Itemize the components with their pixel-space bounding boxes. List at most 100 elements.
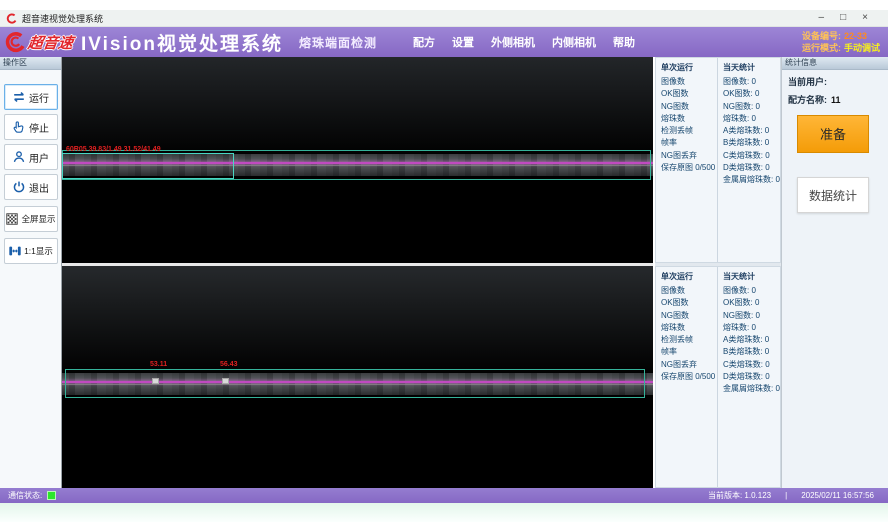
maximize-icon[interactable]: □ <box>840 13 846 23</box>
menu-item[interactable]: 内侧相机 <box>552 34 596 50</box>
user-button-label: 用户 <box>29 150 49 165</box>
app-logo-icon <box>6 13 17 24</box>
fullscreen-button[interactable]: 全屏显示 <box>4 206 58 232</box>
exit-button[interactable]: 退出 <box>4 174 58 200</box>
stat-row: B类熔珠数: 0 <box>723 346 780 358</box>
menu-item[interactable]: 设置 <box>452 34 474 50</box>
stat-row: 熔珠数: 0 <box>723 322 780 334</box>
stat-row: OK图数: 0 <box>723 297 780 309</box>
stat-row: C类熔珠数: 0 <box>723 359 780 371</box>
bead-mark <box>222 378 229 384</box>
camera-view-outer: 60R05 39.83/1.49 31.52/41.49 <box>62 57 653 263</box>
minimize-icon[interactable]: – <box>819 13 825 23</box>
status-separator: | <box>785 491 787 500</box>
single-run-rows: 图像数OK图数NG图数熔珠数检测丢帧帧率NG图丢弃保存原图 0/500 <box>661 76 717 174</box>
stop-button-label: 停止 <box>29 120 49 135</box>
exit-button-label: 退出 <box>29 180 49 195</box>
info-panel-title: 统计信息 <box>782 57 888 70</box>
run-button[interactable]: 运行 <box>4 84 58 110</box>
window-title: 超音速视觉处理系统 <box>22 12 103 25</box>
desktop-strip <box>0 503 888 522</box>
app-header: 超音速 IVision视觉处理系统 熔珠端面检测 配方设置外侧相机内侧相机帮助 … <box>0 27 888 57</box>
today-stats-rows: 图像数: 0OK图数: 0NG图数: 0熔珠数: 0A类熔珠数: 0B类熔珠数:… <box>723 76 780 187</box>
stat-row: NG图数 <box>661 310 717 322</box>
stat-row: 金属屑熔珠数: 0 <box>723 383 780 395</box>
stop-button[interactable]: 停止 <box>4 114 58 140</box>
single-run-title: 单次运行 <box>661 271 717 282</box>
power-icon <box>12 180 26 194</box>
one-to-one-button-label: 1:1显示 <box>24 245 53 257</box>
stat-row: D类熔珠数: 0 <box>723 371 780 383</box>
stop-hand-icon <box>12 120 26 134</box>
run-mode-value: 手动调试 <box>844 43 880 53</box>
user-icon <box>12 150 26 164</box>
current-user-label: 当前用户: <box>788 77 827 87</box>
recipe-name-value: 11 <box>831 95 841 105</box>
one-to-one-button[interactable]: 1:1显示 <box>4 238 58 264</box>
bead-label: 53.11 <box>150 361 167 368</box>
menu-item[interactable]: 外侧相机 <box>491 34 535 50</box>
measurement-annotation: 60R05 39.83/1.49 31.52/41.49 <box>66 146 161 153</box>
bead-label: 56.43 <box>220 361 238 368</box>
stats-panel-outer: 单次运行 图像数OK图数NG图数熔珠数检测丢帧帧率NG图丢弃保存原图 0/500… <box>655 57 781 263</box>
menu-item[interactable]: 配方 <box>413 34 435 50</box>
camera-gradient <box>62 266 653 376</box>
stat-row: C类熔珠数: 0 <box>723 150 780 162</box>
stat-row: 金属屑熔珠数: 0 <box>723 174 780 186</box>
brand-logo-text: 超音速 <box>27 32 75 53</box>
window-titlebar[interactable]: 超音速视觉处理系统 – □ × <box>0 10 888 27</box>
sidebar-title: 操作区 <box>0 57 61 70</box>
today-stats-title: 当天统计 <box>723 271 780 282</box>
stat-row: 图像数: 0 <box>723 285 780 297</box>
fullscreen-button-label: 全屏显示 <box>21 213 55 225</box>
stat-row: 帧率 <box>661 137 717 149</box>
stat-row: OK图数: 0 <box>723 88 780 100</box>
stat-row: 图像数: 0 <box>723 76 780 88</box>
bead-mark <box>152 378 159 384</box>
version-text: 当前版本: 1.0.123 <box>708 490 771 501</box>
run-mode-label: 运行模式: <box>802 43 841 53</box>
stat-row: A类熔珠数: 0 <box>723 334 780 346</box>
stat-row: OK图数 <box>661 88 717 100</box>
today-stats-title: 当天统计 <box>723 62 780 73</box>
datetime-text: 2025/02/11 16:57:56 <box>801 491 874 500</box>
device-number-value: 22-33 <box>844 31 867 41</box>
status-bar: 通信状态: 当前版本: 1.0.123 | 2025/02/11 16:57:5… <box>0 488 888 503</box>
camera-gradient <box>62 57 653 157</box>
comm-status-label: 通信状态: <box>8 490 42 501</box>
data-statistics-button[interactable]: 数据统计 <box>797 177 869 213</box>
page-title: IVision视觉处理系统 <box>81 29 283 56</box>
device-number-label: 设备编号: <box>802 31 841 41</box>
stat-row: OK图数 <box>661 297 717 309</box>
stat-row: 检测丢帧 <box>661 334 717 346</box>
stat-row: NG图数 <box>661 101 717 113</box>
run-button-label: 运行 <box>29 90 49 105</box>
brand-logo: 超音速 <box>4 31 73 53</box>
menu-item[interactable]: 帮助 <box>613 34 635 50</box>
page-subtitle: 熔珠端面检测 <box>299 34 377 51</box>
close-icon[interactable]: × <box>862 13 868 23</box>
app-window: 超音速视觉处理系统 – □ × 超音速 IVision视觉处理系统 熔珠端面检测… <box>0 0 888 522</box>
stat-row: 保存原图 0/500 <box>661 371 717 383</box>
stat-row: A类熔珠数: 0 <box>723 125 780 137</box>
single-run-rows: 图像数OK图数NG图数熔珠数检测丢帧帧率NG图丢弃保存原图 0/500 <box>661 285 717 383</box>
camera-view-inner: 53.11 56.43 <box>62 266 653 488</box>
info-panel: 统计信息 当前用户: 配方名称:11 准备 数据统计 <box>781 57 888 488</box>
stat-row: NG图数: 0 <box>723 101 780 113</box>
stat-row: NG图丢弃 <box>661 150 717 162</box>
stat-row: 帧率 <box>661 346 717 358</box>
stat-row: 检测丢帧 <box>661 125 717 137</box>
statistics-column: 单次运行 图像数OK图数NG图数熔珠数检测丢帧帧率NG图丢弃保存原图 0/500… <box>655 57 781 488</box>
fullscreen-icon <box>5 212 19 226</box>
single-run-title: 单次运行 <box>661 62 717 73</box>
one-to-one-icon <box>8 244 22 258</box>
stat-row: 熔珠数 <box>661 113 717 125</box>
today-stats-rows: 图像数: 0OK图数: 0NG图数: 0熔珠数: 0A类熔珠数: 0B类熔珠数:… <box>723 285 780 396</box>
stat-row: D类熔珠数: 0 <box>723 162 780 174</box>
camera-viewport: 60R05 39.83/1.49 31.52/41.49 53.11 56.43 <box>62 57 653 488</box>
stat-row: 图像数 <box>661 76 717 88</box>
brand-swirl-icon <box>4 31 26 53</box>
prepare-button[interactable]: 准备 <box>797 115 869 153</box>
user-button[interactable]: 用户 <box>4 144 58 170</box>
stats-panel-inner: 单次运行 图像数OK图数NG图数熔珠数检测丢帧帧率NG图丢弃保存原图 0/500… <box>655 266 781 488</box>
